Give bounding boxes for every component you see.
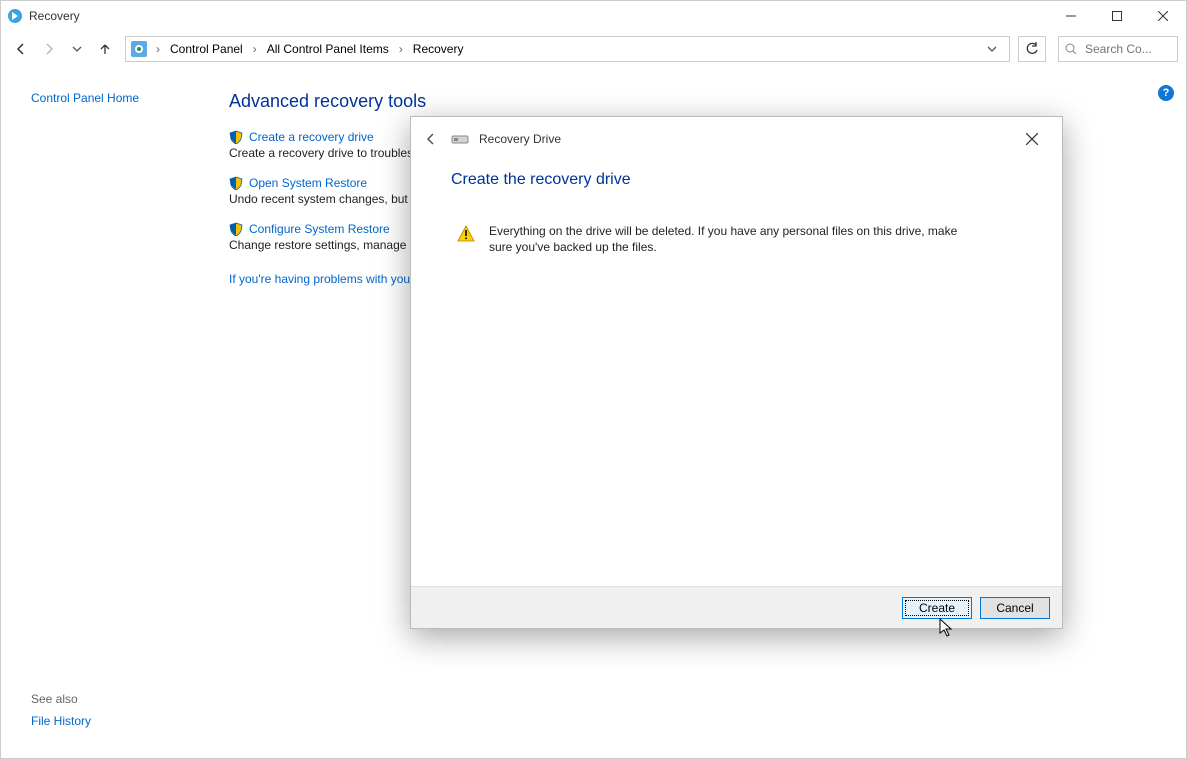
breadcrumb-root[interactable]: Control Panel <box>168 42 245 56</box>
address-dropdown[interactable] <box>987 44 1005 54</box>
close-button[interactable] <box>1140 1 1186 31</box>
search-box[interactable] <box>1058 36 1178 62</box>
open-system-restore-link[interactable]: Open System Restore <box>249 176 367 190</box>
shield-icon <box>229 176 243 190</box>
address-bar[interactable]: › Control Panel › All Control Panel Item… <box>125 36 1010 62</box>
page-heading: Advanced recovery tools <box>229 91 1158 112</box>
help-icon[interactable]: ? <box>1158 85 1174 101</box>
recovery-app-icon <box>7 8 23 24</box>
back-button[interactable] <box>9 37 33 61</box>
control-panel-icon <box>130 40 148 58</box>
wizard-header: Recovery Drive <box>411 117 1062 161</box>
window-controls <box>1048 1 1186 31</box>
maximize-button[interactable] <box>1094 1 1140 31</box>
control-panel-home-link[interactable]: Control Panel Home <box>31 91 183 105</box>
create-recovery-drive-link[interactable]: Create a recovery drive <box>249 130 374 144</box>
title-bar: Recovery <box>1 1 1186 31</box>
recovery-drive-wizard: Recovery Drive Create the recovery drive… <box>410 116 1063 629</box>
nav-row: › Control Panel › All Control Panel Item… <box>1 31 1186 67</box>
wizard-back-button[interactable] <box>421 129 441 149</box>
warning-icon <box>457 225 475 243</box>
shield-icon <box>229 222 243 236</box>
file-history-link[interactable]: File History <box>31 714 183 728</box>
recent-dropdown[interactable] <box>65 37 89 61</box>
configure-system-restore-link[interactable]: Configure System Restore <box>249 222 390 236</box>
refresh-button[interactable] <box>1018 36 1046 62</box>
minimize-button[interactable] <box>1048 1 1094 31</box>
cancel-button[interactable]: Cancel <box>980 597 1050 619</box>
search-input[interactable] <box>1083 41 1163 57</box>
wizard-close-button[interactable] <box>1012 124 1052 154</box>
wizard-warning-text: Everything on the drive will be deleted.… <box>489 223 959 255</box>
drive-icon <box>451 132 469 146</box>
left-pane: Control Panel Home See also File History <box>1 67 201 758</box>
shield-icon <box>229 130 243 144</box>
wizard-warning-row: Everything on the drive will be deleted.… <box>451 223 1022 255</box>
wizard-title: Recovery Drive <box>479 132 561 146</box>
up-button[interactable] <box>93 37 117 61</box>
breadcrumb-middle[interactable]: All Control Panel Items <box>265 42 391 56</box>
search-icon <box>1065 43 1077 55</box>
chevron-right-icon[interactable]: › <box>395 42 407 56</box>
breadcrumb-leaf[interactable]: Recovery <box>411 42 466 56</box>
chevron-right-icon[interactable]: › <box>249 42 261 56</box>
wizard-footer: Create Cancel <box>411 586 1062 628</box>
wizard-heading: Create the recovery drive <box>451 171 1022 189</box>
see-also-label: See also <box>31 692 183 706</box>
forward-button[interactable] <box>37 37 61 61</box>
create-button[interactable]: Create <box>902 597 972 619</box>
chevron-right-icon[interactable]: › <box>152 42 164 56</box>
wizard-body: Create the recovery drive Everything on … <box>411 161 1062 586</box>
window-title: Recovery <box>29 9 80 23</box>
